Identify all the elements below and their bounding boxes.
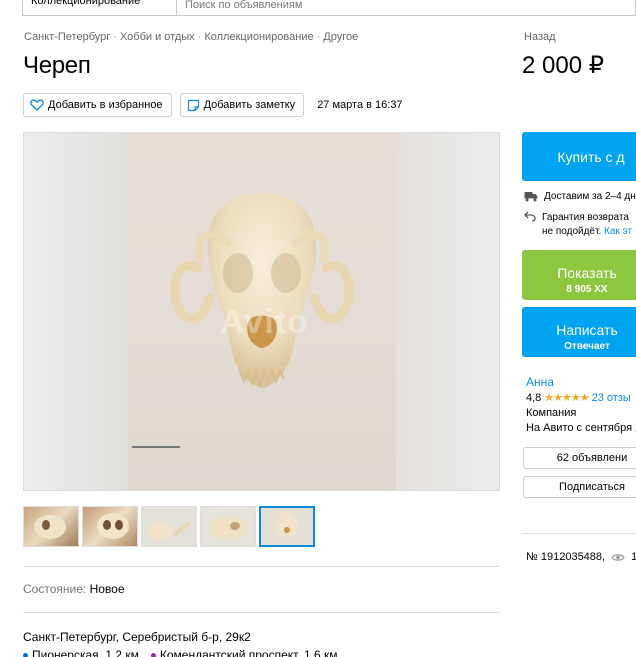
metro-list: Пионерская, 1,2 км Комендантский проспек… [23,648,337,657]
return-icon [524,211,536,222]
guarantee-link[interactable]: Как эт [604,226,632,237]
thumbnail-3[interactable] [141,506,197,547]
guarantee-info: Гарантия возврата не подойдёт. Как эт [524,211,632,239]
seller-since: На Авито с сентября 2 [526,422,636,434]
condition-value: Новое [89,582,125,596]
metro-station: Комендантский проспект, 1,6 км [150,648,338,657]
watermark: Avito [220,303,309,341]
seller-ads-button[interactable]: 62 объявлени [523,447,636,469]
back-link[interactable]: Назад [524,31,556,43]
guarantee-text: Гарантия возврата не подойдёт. Как эт [542,211,632,239]
breadcrumb-item-hobby[interactable]: Хобби и отдых [120,31,195,43]
thumbnail-skull-image [97,513,129,539]
breadcrumb-item-other[interactable]: Другое [323,31,358,43]
heart-icon [30,99,44,111]
guarantee-line-2: не подойдёт. [542,226,602,237]
metro-station-name: Пионерская [32,648,99,657]
subscribe-button[interactable]: Подписаться [523,476,636,498]
condition-label: Состояние: [23,582,87,596]
page-title: Череп [23,52,91,79]
response-time-label: Отвечает [564,341,610,352]
thumbnail-5[interactable] [259,506,315,547]
add-note-label: Добавить заметку [203,99,296,111]
note-icon [187,99,199,111]
star-icons: ★★★★★ [544,392,589,404]
thumbnail-1[interactable] [23,506,79,547]
section-divider [23,566,500,567]
photo-blur-left [24,133,128,490]
main-photo[interactable]: Avito [23,132,500,491]
listing-date: 27 марта в 16:37 [317,99,403,111]
top-search-bar: Коллекционирование [0,0,636,18]
metro-station: Пионерская, 1,2 км [23,648,139,657]
condition: Состояние: Новое [23,582,125,596]
breadcrumb-separator: · [197,31,202,43]
metro-line-dot [23,653,28,657]
eye-icon [611,553,625,561]
sidebar-divider [522,533,636,534]
show-phone-button[interactable]: Показать 8 905 ХХ [522,250,636,300]
delivery-text: Доставим за 2–4 дн [544,191,636,202]
rating-value: 4,8 [526,392,542,404]
seller-ads-label: 62 объявлени [556,452,628,464]
metro-station-distance: 1,2 км [105,648,139,657]
photo-blur-right [396,133,499,490]
thumbnail-4[interactable] [200,506,256,547]
item-meta: № 1912035488, 10 [526,551,636,563]
breadcrumb-separator: · [316,31,321,43]
reviews-link[interactable]: 23 отзы [592,392,631,404]
breadcrumb-item-city[interactable]: Санкт-Петербург [24,31,110,43]
buy-with-delivery-button[interactable]: Купить с д [522,132,636,181]
thumbnail-skull-image [276,512,298,538]
listing-actions: Добавить в избранное Добавить заметку 27… [23,93,403,117]
item-number: № 1912035488, [526,551,606,563]
thumbnail-skull-image [34,515,66,539]
seller-type: Компания [526,407,577,419]
section-divider [23,612,500,613]
thumbnail-skull-image [147,521,192,540]
seller-name-link[interactable]: Анна [526,375,554,389]
address: Санкт-Петербург, Серебристый б-р, 29к2 [23,630,251,644]
thumbnail-strip [23,506,315,547]
metro-station-name: Комендантский проспект [159,648,298,657]
subscribe-label: Подписаться [559,481,625,493]
buy-button-label: Купить с д [557,148,625,165]
seller-rating: 4,8 ★★★★★ 23 отзы [526,391,631,404]
metro-station-distance: 1,6 км [303,648,338,657]
views-count: 10 [631,551,636,563]
add-favorite-button[interactable]: Добавить в избранное [23,93,172,117]
skull-photo: Avito [128,133,396,490]
breadcrumb: Санкт-Петербург · Хобби и отдых · Коллекцион… [24,31,358,43]
guarantee-line-1: Гарантия возврата [542,212,629,223]
write-message-button[interactable]: Написать Отвечает [522,307,636,357]
breadcrumb-separator: · [113,31,117,43]
add-note-button[interactable]: Добавить заметку [179,93,305,117]
thumbnail-skull-image [209,516,249,540]
breadcrumb-item-collecting[interactable]: Коллекционирование [204,31,313,43]
write-message-label: Написать [556,322,618,338]
add-favorite-label: Добавить в избранное [48,99,163,111]
delivery-info: Доставим за 2–4 дн [524,191,636,202]
category-select[interactable]: Коллекционирование [22,0,177,16]
show-phone-label: Показать [557,265,617,281]
phone-number-preview: 8 905 ХХ [566,284,608,295]
search-input[interactable] [176,0,636,16]
thumbnail-2[interactable] [82,506,138,547]
price: 2 000 ₽ [522,52,604,79]
metro-line-dot [150,653,156,657]
truck-icon [524,192,538,202]
